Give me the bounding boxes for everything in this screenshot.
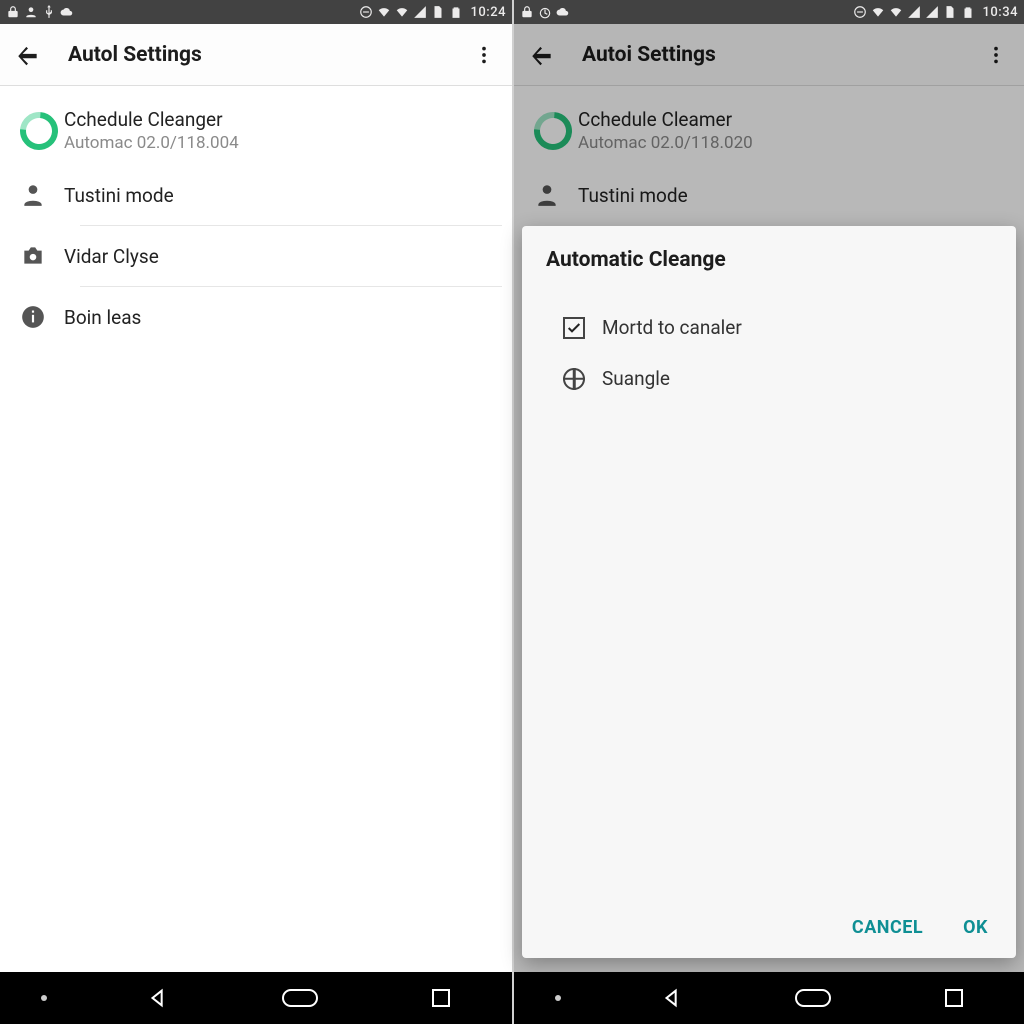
list-item-title: Boin leas [64, 306, 496, 329]
nav-recent-button[interactable] [924, 980, 984, 1016]
nav-back-button[interactable] [642, 980, 702, 1016]
app-bar: Autol Settings [0, 24, 512, 86]
ok-button[interactable]: OK [963, 917, 988, 938]
person-icon [24, 5, 38, 19]
dnd-icon [853, 5, 867, 19]
globe-icon [546, 368, 602, 390]
usb-icon [42, 5, 56, 19]
timer-icon [538, 5, 552, 19]
nav-back-button[interactable] [128, 980, 188, 1016]
wifi-icon [377, 5, 391, 19]
cell-signal-icon [907, 5, 921, 19]
ring-progress-icon [20, 112, 64, 150]
dialog-option-suangle[interactable]: Suangle [538, 353, 1000, 404]
wifi-icon-2 [889, 5, 903, 19]
cloud-icon [556, 5, 570, 19]
cancel-button[interactable]: CANCEL [852, 917, 923, 938]
battery-icon [961, 5, 975, 19]
dialog-title: Automatic Cleange [522, 226, 1016, 276]
dnd-icon [359, 5, 373, 19]
sim-icon [943, 5, 957, 19]
list-item-subtitle: Automac 02.0/118.004 [64, 133, 496, 153]
cloud-icon [60, 5, 74, 19]
cell-signal-icon-2 [925, 5, 939, 19]
settings-list: Cchedule Cleanger Automac 02.0/118.004 T… [0, 86, 512, 347]
list-item-boin-leas[interactable]: Boin leas [0, 287, 512, 347]
back-button[interactable] [14, 41, 42, 69]
checkbox-icon [546, 317, 602, 339]
wifi-icon [871, 5, 885, 19]
screenshot-right: 10:34 Autoi Settings Cchedule Cleamer [512, 0, 1024, 1024]
nav-dot [41, 995, 47, 1001]
list-item-schedule-cleanger[interactable]: Cchedule Cleanger Automac 02.0/118.004 [0, 96, 512, 165]
dialog-actions: CANCEL OK [522, 905, 1016, 958]
nav-dot [555, 995, 561, 1001]
status-bar: 10:24 [0, 0, 512, 24]
list-item-tustini-mode[interactable]: Tustini mode [0, 165, 512, 225]
list-item-title: Vidar Clyse [64, 245, 496, 268]
nav-home-button[interactable] [783, 980, 843, 1016]
status-clock: 10:24 [471, 5, 506, 20]
nav-recent-button[interactable] [411, 980, 471, 1016]
battery-icon [449, 5, 463, 19]
list-item-title: Cchedule Cleanger [64, 108, 496, 131]
screenshot-left: 10:24 Autol Settings Cchedule Cleanger A… [0, 0, 512, 1024]
cell-signal-icon [413, 5, 427, 19]
dialog-option-label: Suangle [602, 367, 670, 390]
navigation-bar [0, 972, 512, 1024]
person-icon [20, 182, 64, 208]
automatic-cleange-dialog: Automatic Cleange Mortd to canaler Suang… [522, 226, 1016, 958]
camera-icon [20, 243, 64, 269]
list-item-title: Tustini mode [64, 184, 496, 207]
sim-icon [431, 5, 445, 19]
status-bar: 10:34 [514, 0, 1024, 24]
navigation-bar [514, 972, 1024, 1024]
status-clock: 10:34 [983, 5, 1018, 20]
dialog-option-label: Mortd to canaler [602, 316, 742, 339]
lock-icon [6, 5, 20, 19]
wifi-icon-2 [395, 5, 409, 19]
dialog-option-mortd-to-canaler[interactable]: Mortd to canaler [538, 302, 1000, 353]
lock-icon [520, 5, 534, 19]
nav-home-button[interactable] [270, 980, 330, 1016]
dialog-body: Mortd to canaler Suangle [522, 276, 1016, 905]
overflow-menu-button[interactable] [470, 41, 498, 69]
page-title: Autol Settings [68, 43, 470, 67]
list-item-vidar-clyse[interactable]: Vidar Clyse [0, 226, 512, 286]
info-icon [20, 304, 64, 330]
